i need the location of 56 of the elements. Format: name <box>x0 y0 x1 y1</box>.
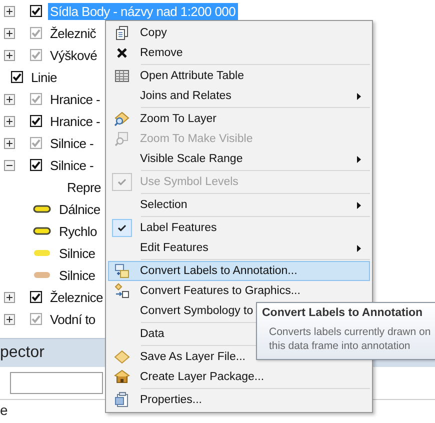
layer-checkbox[interactable] <box>30 115 42 127</box>
layer-checkbox[interactable] <box>30 313 42 325</box>
expand-icon[interactable] <box>4 6 15 16</box>
menu-item[interactable]: Remove <box>108 43 370 63</box>
expand-icon[interactable] <box>4 50 15 60</box>
collapse-icon[interactable] <box>4 160 15 170</box>
expand-icon[interactable] <box>4 28 15 38</box>
package-icon <box>114 369 130 385</box>
expand-icon[interactable] <box>4 116 15 126</box>
legend-label: Silnice <box>59 268 96 282</box>
layer-name[interactable]: Železnice <box>48 288 105 306</box>
layer-name[interactable]: Hranice - <box>48 90 102 108</box>
legend-heading: Repre <box>67 180 101 194</box>
tooltip-title: Convert Labels to Annotation <box>262 307 424 319</box>
layer-name[interactable]: Vodní to <box>48 310 98 328</box>
zoom-visible-icon <box>114 131 130 147</box>
layer-checkbox[interactable] <box>30 159 42 171</box>
table-icon <box>114 68 130 84</box>
layer-checkbox[interactable] <box>30 5 42 17</box>
menu-item[interactable]: Zoom To Layer <box>108 109 370 129</box>
layer-checkbox[interactable] <box>30 49 42 61</box>
menu-item[interactable]: Create Layer Package... <box>108 367 370 387</box>
menu-item[interactable]: Label Features <box>108 218 370 238</box>
zoom-layer-icon <box>114 111 130 127</box>
input-field[interactable] <box>10 372 103 394</box>
diamond-icon <box>114 349 130 365</box>
expand-icon[interactable] <box>4 292 15 302</box>
layer-name[interactable]: Výškové <box>48 46 100 64</box>
layer-checkbox[interactable] <box>30 93 42 105</box>
layer-name[interactable]: Železnič <box>48 24 98 42</box>
layer-name[interactable]: Linie <box>29 68 59 86</box>
layer-checkbox[interactable] <box>11 71 23 83</box>
expand-icon[interactable] <box>4 314 15 324</box>
expand-icon[interactable] <box>4 138 15 148</box>
properties-icon <box>114 392 130 408</box>
layer-checkbox[interactable] <box>30 291 42 303</box>
legend-label: Rychlo <box>59 224 97 238</box>
layer-name[interactable]: Hranice - <box>48 112 102 130</box>
labels-icon <box>114 263 130 279</box>
layer-checkbox[interactable] <box>30 27 42 39</box>
menu-item[interactable]: Edit Features <box>108 238 370 258</box>
menu-item[interactable]: Visible Scale Range <box>108 149 370 169</box>
expand-icon[interactable] <box>4 94 15 104</box>
menu-item[interactable]: Convert Labels to Annotation... <box>108 261 370 281</box>
menu-item[interactable]: Copy <box>108 23 370 43</box>
menu-item[interactable]: Joins and Relates <box>108 86 370 106</box>
layer-name[interactable]: Silnice - <box>48 134 96 152</box>
legend-label: Dálnice <box>59 202 100 216</box>
menu-item[interactable]: Convert Features to Graphics... <box>108 281 370 301</box>
features-graphics-icon <box>114 283 130 299</box>
menu-item[interactable]: Selection <box>108 195 370 215</box>
copy-icon <box>114 25 130 41</box>
layer-checkbox[interactable] <box>30 137 42 149</box>
legend-label: Silnice <box>59 246 96 260</box>
layer-name[interactable]: Silnice - <box>48 156 96 174</box>
menu-item[interactable]: Open Attribute Table <box>108 66 370 86</box>
